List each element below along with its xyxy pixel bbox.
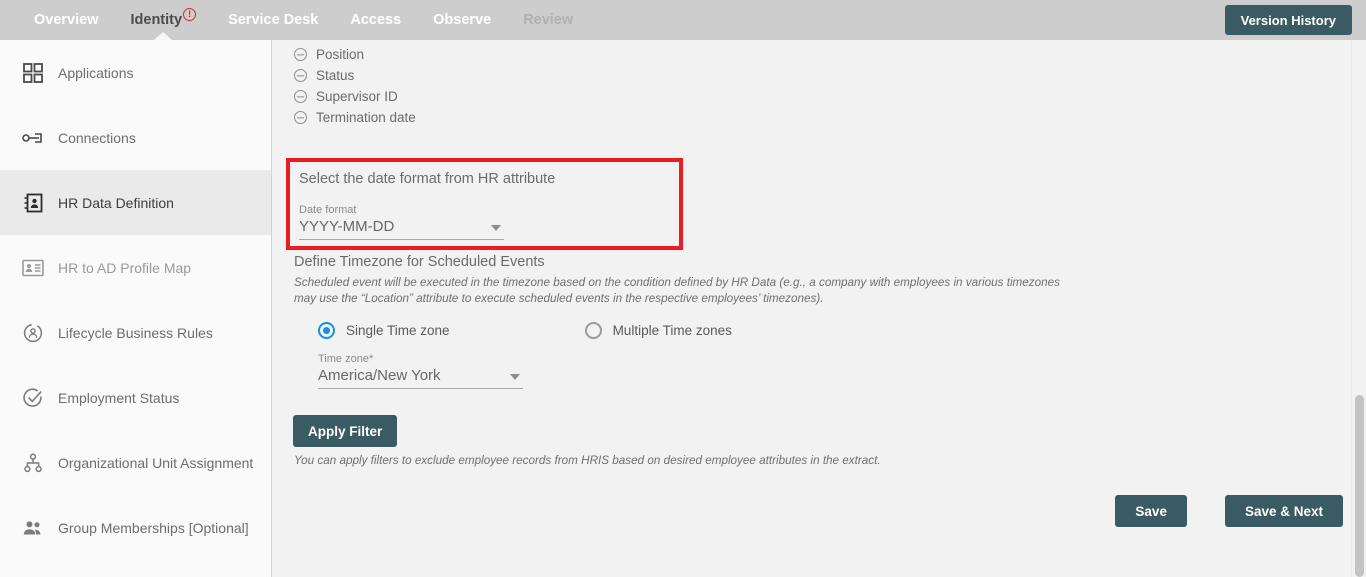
sidebar-item-employment-status[interactable]: Employment Status (0, 365, 271, 430)
attribute-row[interactable]: Status (294, 65, 416, 86)
sidebar-item-connections[interactable]: Connections (0, 105, 271, 170)
time-zone-selected-value: America/New York (318, 367, 441, 384)
attribute-label: Termination date (316, 110, 416, 125)
sidebar-item-label: HR to AD Profile Map (58, 259, 192, 276)
minus-circle-icon[interactable] (294, 69, 307, 82)
radio-multiple-time-zones[interactable]: Multiple Time zones (584, 322, 732, 339)
attribute-row[interactable]: Supervisor ID (294, 86, 416, 107)
radio-selected-icon[interactable] (318, 322, 335, 339)
chevron-down-icon[interactable] (491, 225, 501, 231)
alert-exclamation-icon: ! (183, 7, 197, 21)
apply-filter-note: You can apply filters to exclude employe… (294, 454, 881, 467)
attribute-row[interactable]: Termination date (294, 107, 416, 128)
sidebar-item-label: Employment Status (58, 389, 180, 406)
tab-service-desk[interactable]: Service Desk (212, 0, 334, 40)
date-format-select[interactable]: YYYY-MM-DD (299, 218, 504, 240)
active-tab-pointer-icon (154, 32, 173, 40)
nav-tab-list: Overview Identity ! Service Desk Access … (0, 0, 589, 40)
date-format-field-label: Date format (299, 204, 357, 216)
tab-review-label: Review (523, 12, 574, 28)
time-zone-field[interactable]: Time zone* America/New York (318, 353, 523, 389)
sidebar-item-label: HR Data Definition (58, 194, 174, 211)
version-history-button[interactable]: Version History (1224, 5, 1352, 35)
check-circle-icon (22, 387, 44, 409)
tab-service-desk-label: Service Desk (228, 12, 319, 28)
top-navigation-bar: Overview Identity ! Service Desk Access … (0, 0, 1366, 40)
sidebar-item-hr-to-ad-profile-map[interactable]: HR to AD Profile Map (0, 235, 271, 300)
vertical-scrollbar-thumb[interactable] (1355, 395, 1364, 577)
date-format-selected-value: YYYY-MM-DD (299, 218, 395, 235)
vertical-scrollbar-track[interactable] (1351, 40, 1366, 577)
people-icon (22, 517, 44, 539)
connection-icon (22, 127, 44, 149)
contact-card-icon (22, 192, 44, 214)
sidebar-item-organizational-unit-assignment[interactable]: Organizational Unit Assignment (0, 430, 271, 495)
tab-access-label: Access (350, 12, 402, 28)
sidebar-item-hr-data-definition[interactable]: HR Data Definition (0, 170, 271, 235)
time-zone-select[interactable]: America/New York (318, 367, 523, 389)
org-tree-icon (22, 452, 44, 474)
attribute-label: Supervisor ID (316, 89, 398, 104)
hr-attribute-list: Position Status Supervisor ID Terminatio… (294, 44, 416, 128)
apply-filter-button[interactable]: Apply Filter (293, 415, 398, 447)
chevron-down-icon[interactable] (510, 374, 520, 380)
tab-access[interactable]: Access (334, 0, 417, 40)
minus-circle-icon[interactable] (294, 111, 307, 124)
time-zone-field-label: Time zone* (318, 353, 374, 365)
main-content: Position Status Supervisor ID Terminatio… (273, 40, 1366, 577)
save-button[interactable]: Save (1115, 495, 1187, 527)
date-format-field[interactable]: Date format YYYY-MM-DD (299, 204, 504, 240)
tab-identity[interactable]: Identity ! (115, 0, 213, 40)
minus-circle-icon[interactable] (294, 90, 307, 103)
sidebar-item-label: Applications (58, 64, 134, 81)
sidebar-item-label: Lifecycle Business Rules (58, 324, 213, 341)
tab-overview[interactable]: Overview (18, 0, 115, 40)
timezone-section-title: Define Timezone for Scheduled Events (294, 254, 545, 270)
tab-overview-label: Overview (34, 12, 99, 28)
attribute-label: Position (316, 47, 365, 62)
attribute-label: Status (316, 68, 355, 83)
timezone-radio-group: Single Time zone Multiple Time zones (318, 322, 732, 339)
tab-review[interactable]: Review (507, 0, 589, 40)
save-and-next-button[interactable]: Save & Next (1224, 495, 1343, 527)
grid-icon (22, 62, 44, 84)
date-format-section-title: Select the date format from HR attribute (299, 171, 556, 187)
tab-identity-label: Identity (130, 12, 183, 28)
footer-button-group: Save Save & Next (1115, 495, 1343, 527)
minus-circle-icon[interactable] (294, 48, 307, 61)
sidebar-item-label: Connections (58, 129, 136, 146)
sidebar-item-lifecycle-business-rules[interactable]: Lifecycle Business Rules (0, 300, 271, 365)
tab-observe[interactable]: Observe (417, 0, 507, 40)
timezone-section-description: Scheduled event will be executed in the … (294, 276, 1060, 305)
timezone-section: Define Timezone for Scheduled Events Sch… (294, 254, 1344, 389)
sidebar-item-applications[interactable]: Applications (0, 40, 271, 105)
sidebar-item-label: Organizational Unit Assignment (58, 454, 254, 471)
sidebar: Applications Connections HR Data Definit… (0, 40, 272, 577)
radio-unselected-icon[interactable] (584, 322, 602, 339)
tab-observe-label: Observe (433, 12, 492, 28)
id-card-icon (22, 257, 44, 279)
date-format-highlight-box: Select the date format from HR attribute… (286, 158, 683, 250)
radio-multiple-time-zones-label: Multiple Time zones (612, 323, 732, 338)
attribute-row[interactable]: Position (294, 44, 416, 65)
radio-single-time-zone-label: Single Time zone (346, 323, 450, 338)
radio-single-time-zone[interactable]: Single Time zone (318, 322, 450, 339)
sidebar-item-label: Group Memberships [Optional] (58, 519, 249, 536)
lifecycle-user-icon (22, 322, 44, 344)
sidebar-item-group-memberships[interactable]: Group Memberships [Optional] (0, 495, 271, 560)
